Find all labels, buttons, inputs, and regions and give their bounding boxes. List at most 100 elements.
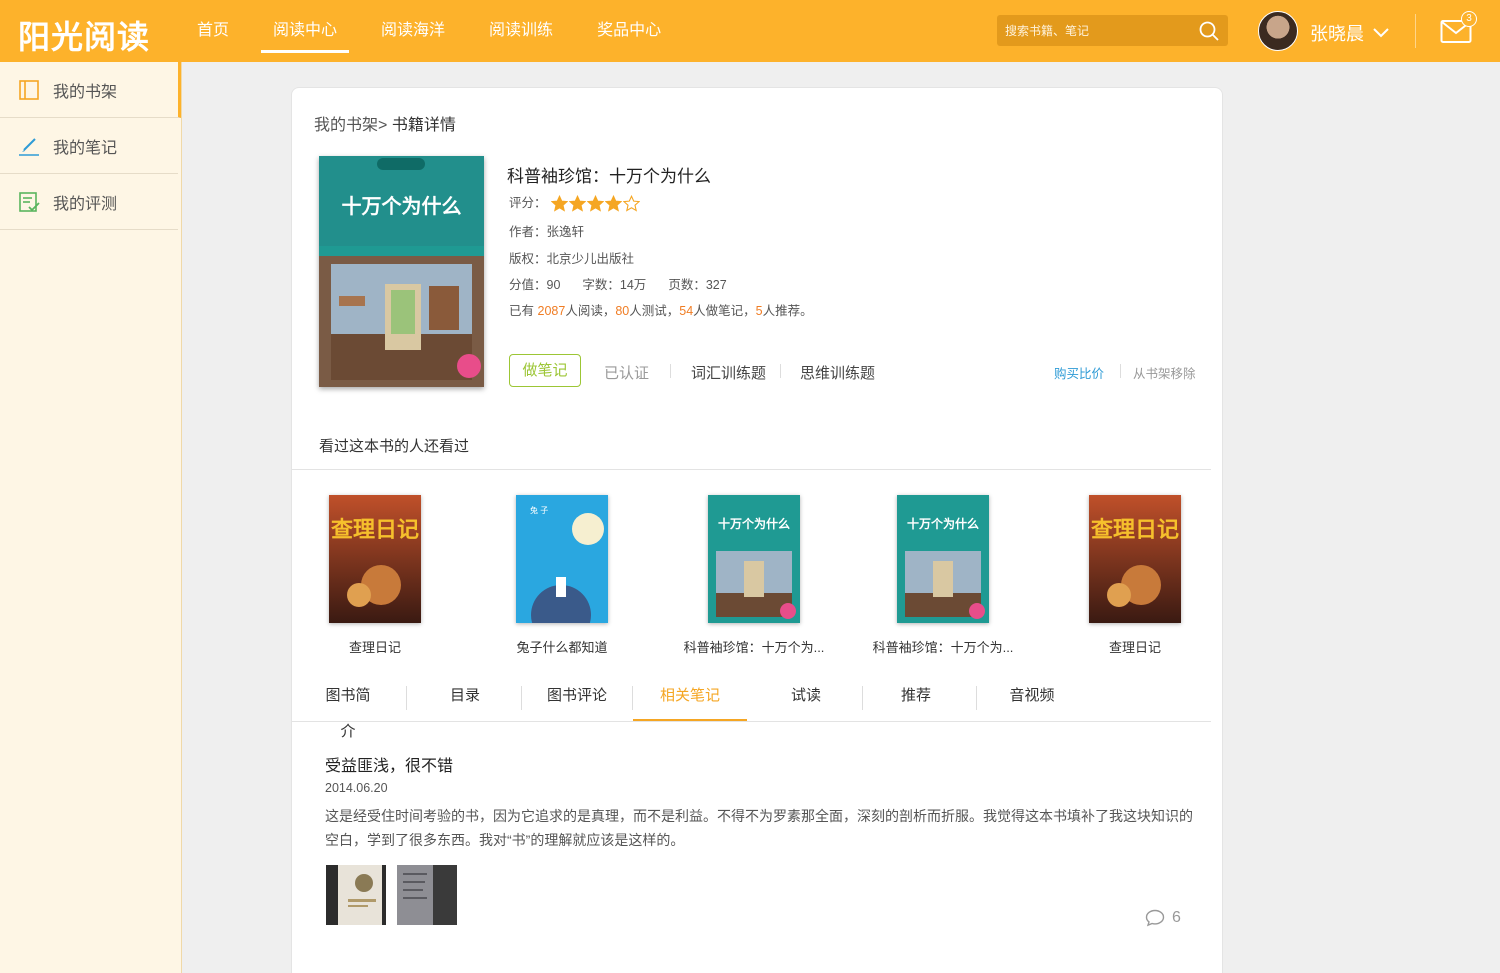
tab-divider	[406, 686, 407, 710]
book-score: 分值：90	[509, 278, 561, 292]
sidebar-item-bookshelf[interactable]: 我的书架	[0, 62, 181, 118]
nav-prize-center[interactable]: 奖品中心	[575, 0, 683, 62]
star-filled-icon	[550, 195, 568, 212]
related-book-item[interactable]: 兔 子兔子什么都知道	[487, 495, 637, 656]
book-title: 科普袖珍馆：十万个为什么	[507, 167, 711, 186]
breadcrumb-current: 书籍详情	[391, 117, 456, 134]
related-book-name[interactable]: 兔子什么都知道	[487, 637, 637, 656]
rating-stars	[550, 195, 641, 212]
tab-trial-read[interactable]: 试读	[776, 678, 836, 722]
readers-suffix: 人阅读，	[565, 304, 616, 318]
testers-count: 80	[615, 304, 630, 318]
price-compare-link[interactable]: 购买比价	[1054, 363, 1104, 382]
tab-divider	[862, 686, 863, 710]
svg-text:十万个为什么: 十万个为什么	[907, 516, 979, 531]
related-book-cover[interactable]: 查理日记	[1089, 495, 1181, 623]
bookshelf-icon	[19, 79, 39, 100]
tab-divider	[521, 686, 522, 710]
chevron-down-icon[interactable]	[1372, 26, 1390, 38]
comment-button[interactable]: 6	[1145, 909, 1181, 927]
related-book-name[interactable]: 科普袖珍馆：十万个为...	[868, 637, 1018, 656]
avatar[interactable]	[1258, 11, 1298, 51]
reader-stats: 已有 2087人阅读，80人测试，54人做笔记，5人推荐。	[509, 300, 813, 319]
stats-prefix: 已有	[509, 304, 535, 318]
tab-related-notes[interactable]: 相关笔记	[633, 678, 747, 722]
recommenders-suffix: 人推荐。	[762, 304, 813, 318]
app-logo[interactable]: 阳光阅读	[18, 12, 150, 58]
section-divider	[292, 469, 1211, 470]
book-pages: 页数：327	[668, 278, 727, 292]
search-input[interactable]	[997, 15, 1187, 46]
note-body: 这是经受住时间考验的书，因为它追求的是真理，而不是利益。不得不为罗素那全面，深刻…	[325, 808, 1193, 848]
top-navbar: 阳光阅读 首页 阅读中心 阅读海洋 阅读训练 奖品中心 张晓晨 3	[0, 0, 1500, 62]
nav-reading-center[interactable]: 阅读中心	[251, 0, 359, 62]
sidebar-item-label: 我的书架	[53, 83, 118, 101]
note-date: 2014.06.20	[325, 781, 388, 795]
related-book-item[interactable]: 十万个为什么科普袖珍馆：十万个为...	[679, 495, 829, 656]
main-nav: 首页 阅读中心 阅读海洋 阅读训练 奖品中心	[175, 0, 683, 62]
header-divider	[1415, 14, 1416, 48]
username[interactable]: 张晓晨	[1310, 20, 1364, 46]
note-image[interactable]	[397, 865, 457, 925]
thinking-exercise-button[interactable]: 思维训练题	[800, 362, 875, 383]
related-book-name[interactable]: 科普袖珍馆：十万个为...	[679, 637, 829, 656]
related-book-cover[interactable]: 查理日记	[329, 495, 421, 623]
sidebar-item-evaluation[interactable]: 我的评测	[0, 174, 178, 230]
book-author: 作者：张逸轩	[509, 225, 585, 239]
tab-audio-video[interactable]: 音视频	[1002, 678, 1062, 722]
nav-reading-ocean[interactable]: 阅读海洋	[359, 0, 467, 62]
tab-intro[interactable]: 图书简介	[319, 678, 377, 740]
nav-reading-training[interactable]: 阅读训练	[467, 0, 575, 62]
tab-recommend[interactable]: 推荐	[886, 678, 946, 722]
cover-title-text: 十万个为什么	[342, 194, 462, 218]
book-words: 字数：14万	[582, 278, 647, 292]
nav-home[interactable]: 首页	[175, 0, 251, 62]
action-divider	[1120, 364, 1121, 378]
remove-from-shelf-link[interactable]: 从书架移除	[1133, 363, 1196, 382]
star-filled-icon	[568, 195, 586, 212]
mail-count-badge: 3	[1461, 11, 1477, 27]
certified-status: 已认证	[604, 365, 650, 382]
note-image[interactable]	[326, 865, 386, 925]
detail-tabs: 图书简介 目录 图书评论 相关笔记 试读 推荐 音视频	[292, 678, 1211, 740]
action-divider	[670, 364, 671, 378]
search-icon[interactable]	[1198, 20, 1220, 42]
book-detail-card: 我的书架> 书籍详情 十万个为什么 科普袖珍馆：十万个为什么 评分： 作者：张逸…	[291, 87, 1223, 973]
related-book-item[interactable]: 查理日记 查理日记	[300, 495, 450, 656]
related-book-item[interactable]: 查理日记 查理日记	[1060, 495, 1210, 656]
related-book-item[interactable]: 十万个为什么科普袖珍馆：十万个为...	[868, 495, 1018, 656]
vocab-exercise-button[interactable]: 词汇训练题	[691, 362, 766, 383]
rating-label: 评分：	[509, 196, 547, 210]
breadcrumb: 我的书架> 书籍详情	[314, 111, 456, 135]
sidebar: 我的书架 我的笔记 我的评测	[0, 62, 182, 973]
readers-count: 2087	[537, 304, 566, 318]
book-stats: 分值：90 字数：14万 页数：327	[509, 274, 727, 293]
related-book-cover[interactable]: 兔 子	[516, 495, 608, 623]
svg-text:查理日记: 查理日记	[1091, 518, 1179, 543]
star-filled-icon	[604, 195, 622, 212]
testers-suffix: 人测试，	[629, 304, 680, 318]
comment-icon	[1145, 909, 1165, 927]
book-rating: 评分：	[509, 192, 641, 212]
note-title: 受益匪浅，很不错	[325, 758, 454, 775]
search-box	[997, 15, 1228, 46]
breadcrumb-parent[interactable]: 我的书架>	[314, 117, 387, 134]
star-filled-icon	[586, 195, 604, 212]
related-book-name[interactable]: 查理日记	[300, 637, 450, 656]
tab-reviews[interactable]: 图书评论	[542, 678, 612, 722]
svg-text:十万个为什么: 十万个为什么	[718, 516, 790, 531]
related-book-name[interactable]: 查理日记	[1060, 637, 1210, 656]
sidebar-item-notes[interactable]: 我的笔记	[0, 118, 178, 174]
comment-count: 6	[1172, 909, 1181, 926]
noters-suffix: 人做笔记，	[693, 304, 756, 318]
tab-contents[interactable]: 目录	[435, 678, 495, 722]
related-book-cover[interactable]: 十万个为什么	[708, 495, 800, 623]
book-cover: 十万个为什么	[319, 156, 484, 387]
tabs-divider	[292, 721, 1211, 722]
checklist-icon	[19, 191, 40, 212]
related-book-cover[interactable]: 十万个为什么	[897, 495, 989, 623]
svg-text:兔 子: 兔 子	[530, 505, 548, 515]
sidebar-item-label: 我的评测	[53, 195, 118, 213]
noters-count: 54	[679, 304, 694, 318]
take-note-button[interactable]: 做笔记	[509, 354, 581, 387]
